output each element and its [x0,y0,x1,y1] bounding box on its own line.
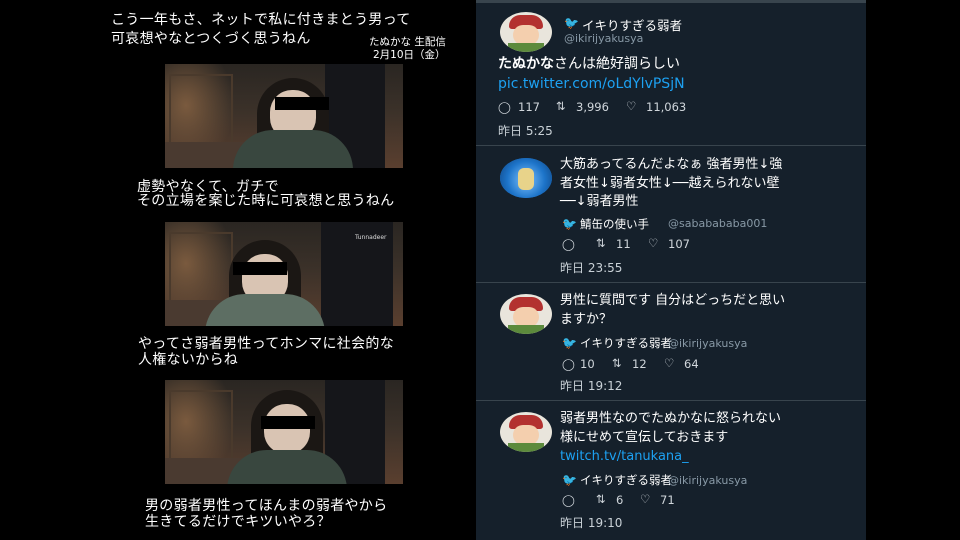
stream-frame-3 [165,380,403,484]
face-censor-bar [233,262,287,275]
retweet-count: 12 [632,357,647,371]
retweet-icon[interactable]: ⇅ [596,492,606,506]
reply-icon[interactable]: ◯ [562,493,575,507]
tweet-separator [476,145,866,146]
tweet-separator [476,282,866,283]
avatar[interactable] [500,158,552,198]
quoted-author-name[interactable]: イキりすぎる弱者 [580,335,672,351]
avatar[interactable] [500,12,552,52]
stream-caption-panel: こう一年もさ、ネットで私に付きまとう男って 可哀想やなとつくづく思うねん たぬか… [93,0,476,540]
chair-logo: Tunnadeer [355,234,387,241]
like-count: 107 [668,237,690,251]
caption4-line2: 生きてるだけでキツいやろ？ [145,514,331,530]
tweet-timestamp[interactable]: 昨日 23:55 [560,259,622,276]
twitter-bird-icon: 🐦 [562,336,577,350]
tweet-text-line1: 弱者男性なのでたぬかなに怒られない [560,411,782,426]
tweet-media-link[interactable]: pic.twitter.com/oLdYlvPSjN [498,76,685,92]
stream-date-stamp: たぬかな 生配信 2月10日（金） [369,36,446,62]
tweet-text-line1: 男性に質問です 自分はどっちだと思い [560,293,786,308]
like-count: 64 [684,357,699,371]
tweet-timestamp[interactable]: 昨日 19:10 [560,514,622,531]
quoted-author-name[interactable]: 鯖缶の使い手 [580,216,649,232]
like-icon[interactable]: ♡ [648,236,658,250]
tweet-author-handle[interactable]: @ikirijyakusya [564,32,643,45]
reply-icon[interactable]: ◯ [498,100,511,114]
tweet-text-line2: 者女性↓弱者女性↓──越えられない壁 [560,176,780,191]
caption2-line2: その立場を案じた時に可哀想と思うねん [137,193,395,209]
reply-icon[interactable]: ◯ [562,237,575,251]
like-count: 71 [660,493,675,507]
reply-count: 117 [518,100,540,114]
retweet-icon[interactable]: ⇅ [596,236,606,250]
reply-icon[interactable]: ◯ [562,357,575,371]
retweet-count: 11 [616,237,631,251]
like-icon[interactable]: ♡ [664,356,674,370]
quoted-author-name[interactable]: イキりすぎる弱者 [580,472,672,488]
tweet-text-rest: さんは絶好調らしい [554,56,680,72]
quoted-author-handle[interactable]: @sababababa001 [668,217,767,230]
quoted-author-handle[interactable]: @ikirijyakusya [668,337,747,350]
like-icon[interactable]: ♡ [626,99,636,113]
quoted-author-handle[interactable]: @ikirijyakusya [668,474,747,487]
stream-frame-1 [165,64,403,168]
tweet-text: たぬかなさんは絶好調らしい [498,55,680,74]
tweet-text-bold: たぬかな [498,56,554,72]
tweet-separator [476,400,866,401]
like-icon[interactable]: ♡ [640,492,650,506]
twitch-link[interactable]: twitch.tv/tanukana_ [560,449,689,464]
caption-top-line2: 可哀想やなとつくづく思うねん [111,31,311,47]
caption3-line2: 人権ないからね [138,352,239,368]
stream-frame-2: Tunnadeer [165,222,403,326]
retweet-icon[interactable]: ⇅ [612,356,622,370]
twitter-bird-icon: 🐦 [562,473,577,487]
tweet-text-line2: 様にせめて宣伝しておきます [560,430,729,445]
retweet-icon[interactable]: ⇅ [556,99,566,113]
like-count: 11,063 [646,100,687,114]
twitter-bird-icon: 🐦 [562,217,577,231]
avatar[interactable] [500,412,552,452]
twitter-bird-icon: 🐦 [564,16,579,30]
avatar[interactable] [500,294,552,334]
tweet-text-line1: 大筋あってるんだよなぁ 強者男性↓強 [560,157,783,172]
face-censor-bar [261,416,315,429]
reply-count: 10 [580,357,595,371]
retweet-count: 3,996 [576,100,609,114]
tweet-timestamp[interactable]: 昨日 5:25 [498,122,553,139]
tweet-text-line2: ますか？ [560,312,613,327]
caption-top-line1: こう一年もさ、ネットで私に付きまとう男って [111,12,411,28]
top-divider [476,0,866,3]
face-censor-bar [275,97,329,110]
tweet-text-line3: ──↓弱者男性 [560,194,639,209]
stamp-line2: 2月10日（金） [373,49,446,61]
tweet-timestamp[interactable]: 昨日 19:12 [560,377,622,394]
stamp-line1: たぬかな 生配信 [369,36,446,48]
retweet-count: 6 [616,493,624,507]
tweet-thread: 🐦 イキりすぎる弱者 @ikirijyakusya たぬかなさんは絶好調らしい … [476,0,866,540]
